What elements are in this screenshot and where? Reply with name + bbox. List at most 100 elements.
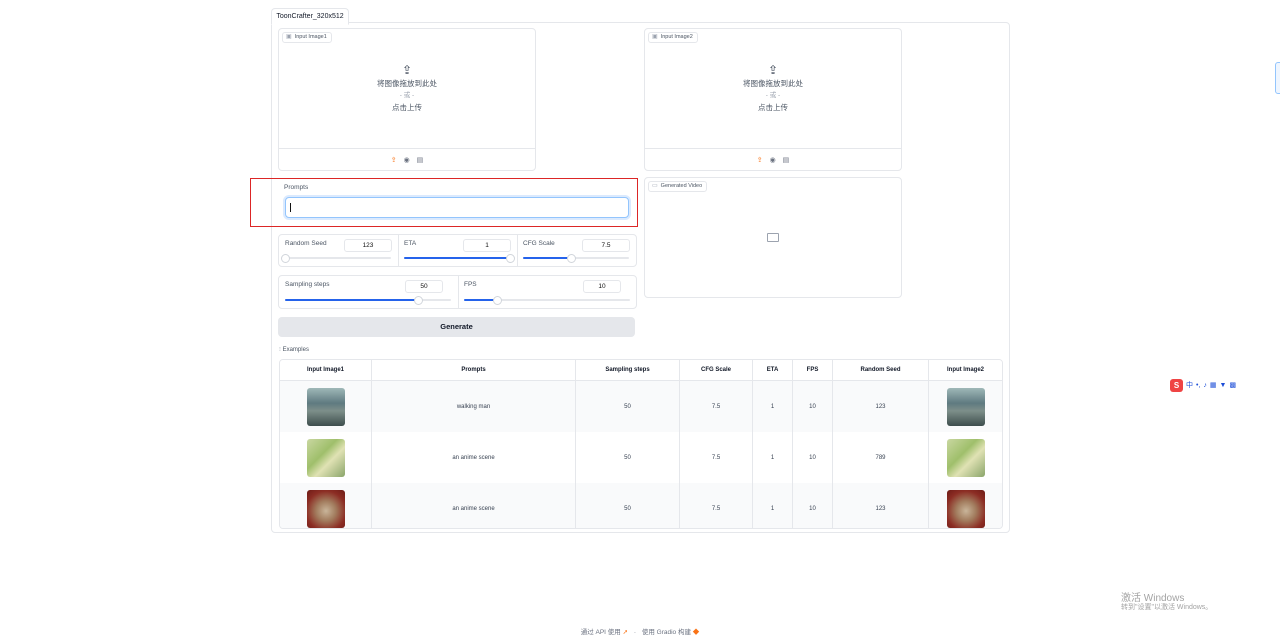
drop-text: 将图像拖放到此处	[377, 78, 437, 88]
examples-label: Examples	[282, 347, 309, 353]
cfg-scale-fill	[523, 257, 571, 259]
upload-icon: ⇪	[767, 62, 779, 77]
eta-track[interactable]	[404, 254, 515, 263]
table-header-row: Input Image1 Prompts Sampling steps CFG …	[280, 360, 1002, 381]
video-placeholder-icon	[767, 233, 779, 242]
fps-input[interactable]: 10	[583, 280, 621, 293]
example-cfg: 7.5	[679, 432, 753, 483]
example-thumbnail	[946, 438, 985, 477]
random-seed-label: Random Seed	[285, 240, 327, 247]
eta-handle[interactable]	[506, 254, 515, 263]
example-prompt: an anime scene	[371, 432, 576, 483]
ime-toolbar[interactable]: S 中 •, ♪ ▦ ▼ ▩	[1170, 378, 1236, 392]
examples-header: ⁝ Examples	[279, 346, 309, 353]
sampling-steps-track[interactable]	[285, 296, 451, 305]
input-image2-toolbar: ⇪ ◉ ▤	[645, 148, 901, 171]
webcam-icon[interactable]: ◉	[404, 156, 410, 164]
ime-lang-toggle[interactable]: 中	[1186, 380, 1193, 390]
table-row[interactable]: an anime scene 50 7.5 1 10 123	[280, 483, 1002, 528]
clipboard-icon[interactable]: ▤	[417, 156, 424, 164]
random-seed-input[interactable]: 123	[344, 239, 392, 252]
upload-icon: ⇪	[401, 62, 413, 77]
sogou-logo-icon[interactable]: S	[1170, 378, 1183, 392]
example-fps: 10	[792, 380, 833, 432]
fps-label: FPS	[464, 281, 477, 288]
example-fps: 10	[792, 483, 833, 528]
example-eta: 1	[752, 432, 793, 483]
gradio-link[interactable]: 使用 Gradio 构建	[642, 629, 691, 636]
clipboard-icon[interactable]: ▤	[783, 156, 790, 164]
example-prompt: walking man	[371, 380, 576, 432]
example-thumb-cell	[928, 483, 1002, 528]
generate-button[interactable]: Generate	[278, 317, 635, 337]
footer-separator: ·	[633, 629, 637, 636]
eta-input[interactable]: 1	[463, 239, 511, 252]
table-row[interactable]: an anime scene 50 7.5 1 10 789	[280, 432, 1002, 483]
footer: 通过 API 使用 ➚ · 使用 Gradio 构建 ◆	[0, 626, 1280, 636]
example-steps: 50	[575, 432, 680, 483]
input-image1-upload[interactable]: ▣ Input Image1 ⇪ 将图像拖放到此处 - 或 - 点击上传 ⇪ ◉…	[278, 28, 536, 171]
random-seed-handle[interactable]	[281, 254, 290, 263]
example-thumb-cell	[929, 432, 1003, 483]
example-thumbnail	[306, 387, 345, 426]
upload-icon[interactable]: ⇪	[391, 156, 397, 164]
eta-label: ETA	[404, 240, 417, 247]
generated-video-label-text: Generated Video	[660, 183, 703, 189]
cfg-scale-track[interactable]	[523, 254, 629, 263]
input-image1-dropzone[interactable]: ⇪ 将图像拖放到此处 - 或 - 点击上传	[279, 29, 535, 148]
sampling-steps-input[interactable]: 50	[405, 280, 443, 293]
example-steps: 50	[575, 380, 680, 432]
col-sampling-steps: Sampling steps	[575, 360, 680, 381]
random-seed-slider: Random Seed 123	[279, 235, 399, 266]
grid-menu-icon[interactable]: ▩	[1229, 381, 1236, 389]
video-icon: ▭	[652, 183, 658, 189]
fps-handle[interactable]	[493, 296, 503, 305]
eta-slider: ETA 1	[398, 235, 518, 266]
webcam-icon[interactable]: ◉	[770, 156, 776, 164]
col-input-image2: Input Image2	[928, 360, 1002, 381]
microphone-icon[interactable]: ♪	[1203, 382, 1207, 389]
fps-slider: FPS 10	[458, 276, 636, 308]
col-input-image1: Input Image1	[280, 360, 372, 381]
col-fps: FPS	[792, 360, 833, 381]
cfg-scale-input[interactable]: 7.5	[582, 239, 630, 252]
generated-video-panel: ▭ Generated Video	[644, 177, 902, 298]
sampling-steps-handle[interactable]	[413, 296, 423, 305]
or-text: - 或 -	[765, 91, 781, 99]
tab-tooncrafter[interactable]: ToonCrafter_320x512	[271, 8, 349, 25]
click-upload-text: 点击上传	[392, 102, 422, 112]
examples-table: Input Image1 Prompts Sampling steps CFG …	[279, 359, 1003, 529]
ime-punct-icon[interactable]: •,	[1196, 382, 1200, 389]
examples-icon: ⁝	[279, 347, 281, 353]
skin-icon[interactable]: ▼	[1220, 382, 1227, 389]
fps-track[interactable]	[464, 296, 630, 305]
cfg-scale-slider: CFG Scale 7.5	[517, 235, 636, 266]
keyboard-icon[interactable]: ▦	[1210, 381, 1217, 389]
col-eta: ETA	[752, 360, 793, 381]
sampling-steps-slider: Sampling steps 50	[279, 276, 459, 308]
example-prompt: an anime scene	[371, 483, 576, 528]
example-cfg: 7.5	[679, 483, 753, 528]
example-thumbnail	[306, 438, 345, 477]
example-fps: 10	[792, 432, 833, 483]
example-seed: 123	[832, 380, 929, 432]
col-prompts: Prompts	[371, 360, 576, 381]
api-link[interactable]: 通过 API 使用	[581, 629, 621, 636]
input-image2-dropzone[interactable]: ⇪ 将图像拖放到此处 - 或 - 点击上传	[645, 29, 901, 148]
example-thumb-cell	[280, 432, 372, 483]
input-image2-upload[interactable]: ▣ Input Image2 ⇪ 将图像拖放到此处 - 或 - 点击上传 ⇪ ◉…	[644, 28, 902, 171]
generated-video-label: ▭ Generated Video	[648, 181, 708, 192]
example-steps: 50	[575, 483, 680, 528]
gradio-logo-icon: ◆	[692, 629, 700, 636]
cfg-scale-handle[interactable]	[566, 254, 576, 263]
sampling-steps-label: Sampling steps	[285, 281, 330, 288]
rocket-icon: ➚	[622, 629, 629, 636]
click-upload-text: 点击上传	[758, 102, 788, 112]
side-edge-handle[interactable]	[1275, 62, 1280, 94]
slider-row-1: Random Seed 123 ETA 1 CFG Scale 7.5	[278, 234, 637, 267]
upload-icon[interactable]: ⇪	[757, 156, 763, 164]
cfg-scale-label: CFG Scale	[523, 240, 555, 247]
table-row[interactable]: walking man 50 7.5 1 10 123	[280, 380, 1002, 432]
random-seed-track[interactable]	[281, 254, 391, 263]
or-text: - 或 -	[399, 91, 415, 99]
